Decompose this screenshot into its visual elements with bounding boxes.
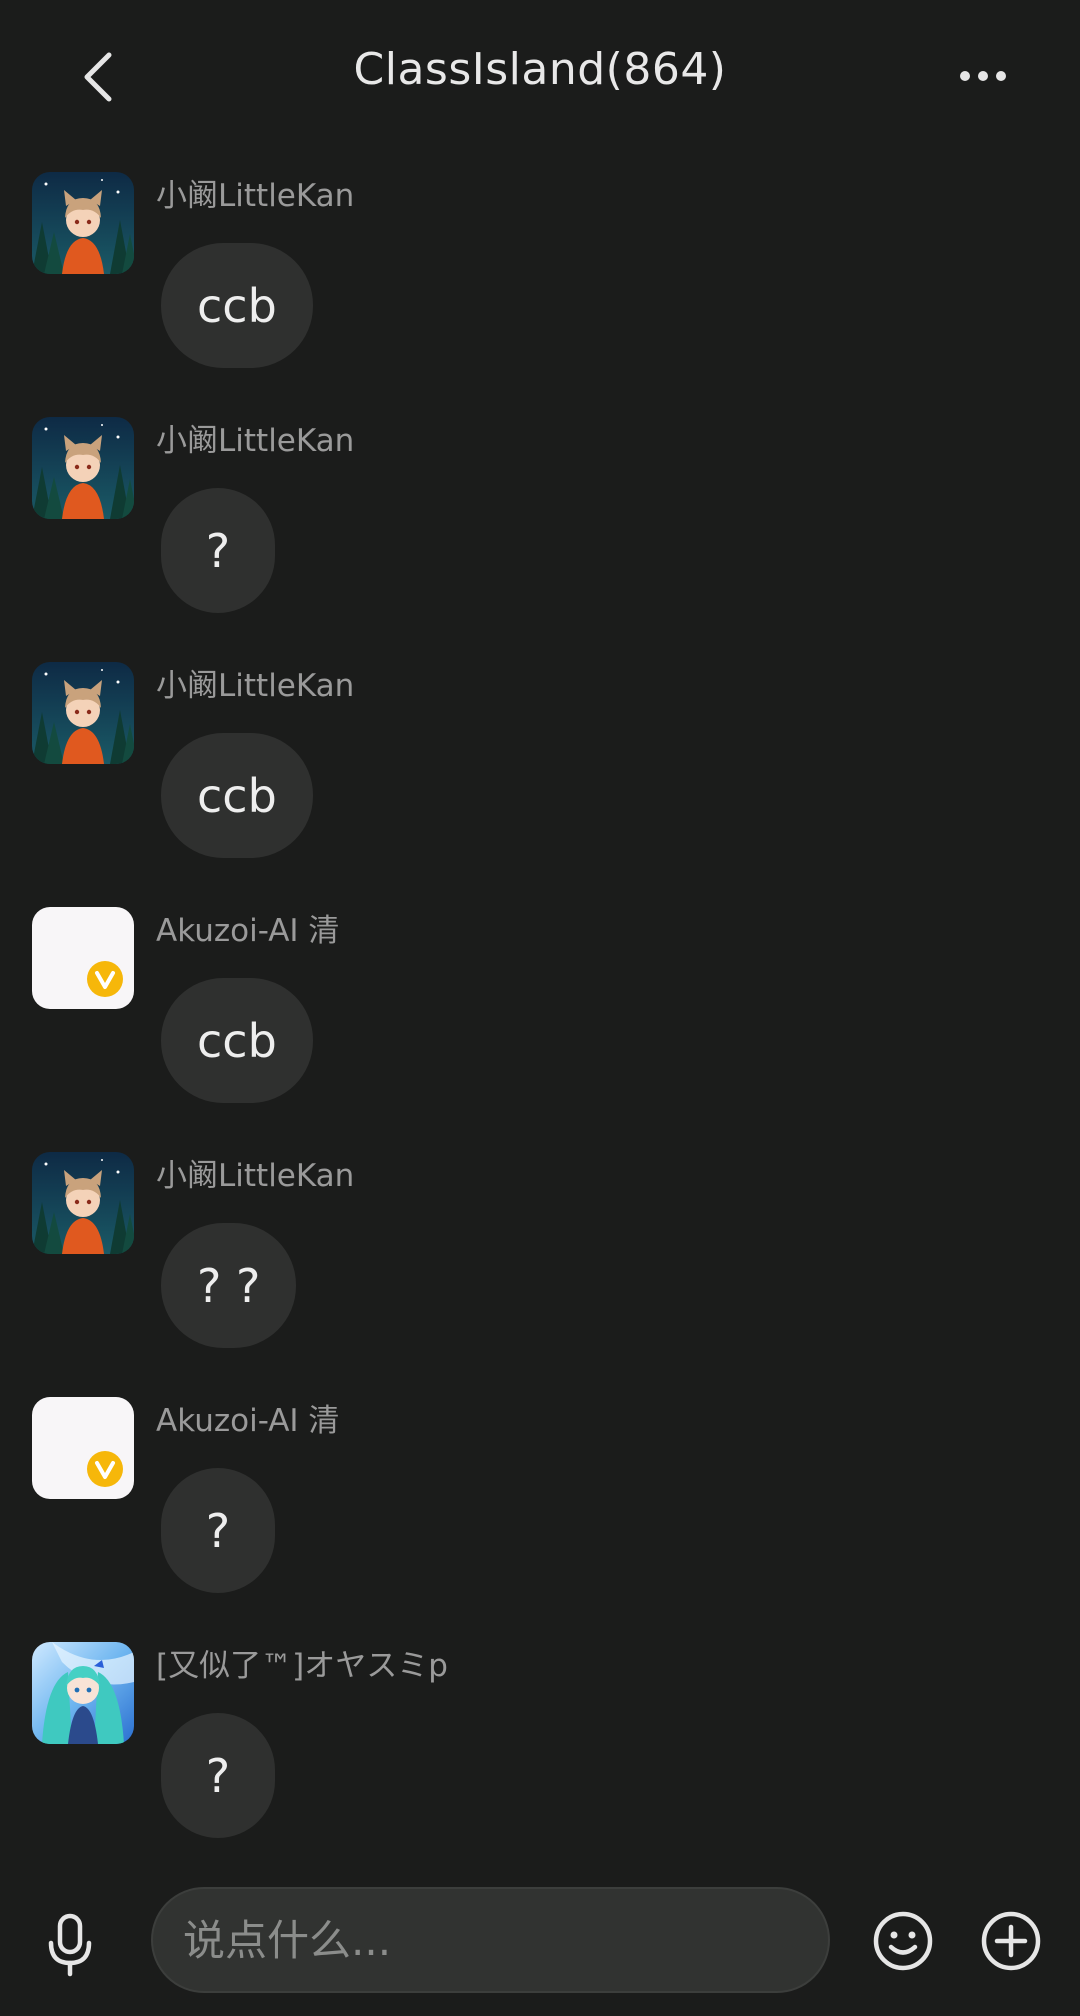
sender-name: Akuzoi-AI 清 [156,913,340,949]
catboy-avatar[interactable] [32,417,134,519]
plus-circle-icon [981,1911,1041,1971]
white-badge-avatar[interactable] [32,1397,134,1499]
sender-name: 小阚LittleKan [156,178,355,214]
top-bar: ClassIsland(864) [0,0,1080,150]
message-item: Akuzoi-AI 清 ccb [0,885,1080,1130]
message-item: 小阚LittleKan ccb [0,150,1080,395]
message-item: 小阚LittleKan ? ? [0,1130,1080,1375]
message-bubble[interactable]: ? [161,488,275,613]
emoji-button[interactable] [872,1910,934,1972]
message-bubble[interactable]: ccb [161,733,313,858]
sender-name: 小阚LittleKan [156,668,355,704]
catboy-avatar[interactable] [32,172,134,274]
catboy-avatar[interactable] [32,1152,134,1254]
message-list: 小阚LittleKan ccb 小阚LittleKan ? 小阚LittleKa… [0,150,1080,1865]
message-item: 小阚LittleKan ? [0,395,1080,640]
message-bubble[interactable]: ? [161,1468,275,1593]
message-bubble[interactable]: ccb [161,978,313,1103]
catboy-avatar[interactable] [32,662,134,764]
message-input[interactable] [151,1887,830,1993]
message-item: Akuzoi-AI 清 ? [0,1375,1080,1620]
message-bubble[interactable]: ? ? [161,1223,297,1348]
message-item: 小阚LittleKan ccb [0,640,1080,885]
voice-button[interactable] [40,1910,100,1980]
microphone-icon [48,1913,92,1977]
more-actions-button[interactable] [980,1910,1042,1972]
message-item: [又似了™]オヤスミp ? [0,1620,1080,1865]
sender-name: [又似了™]オヤスミp [156,1648,448,1684]
emoji-icon [873,1911,933,1971]
sender-name: 小阚LittleKan [156,423,355,459]
sender-name: 小阚LittleKan [156,1158,355,1194]
more-button[interactable] [950,50,1016,102]
composer-bar [0,1870,1080,2016]
message-bubble[interactable]: ccb [161,243,313,368]
more-dots-icon [960,71,1006,81]
sender-name: Akuzoi-AI 清 [156,1403,340,1439]
anime-girl-avatar[interactable] [32,1642,134,1744]
message-bubble[interactable]: ? [161,1713,275,1838]
chat-title: ClassIsland(864) [353,44,727,95]
white-badge-avatar[interactable] [32,907,134,1009]
